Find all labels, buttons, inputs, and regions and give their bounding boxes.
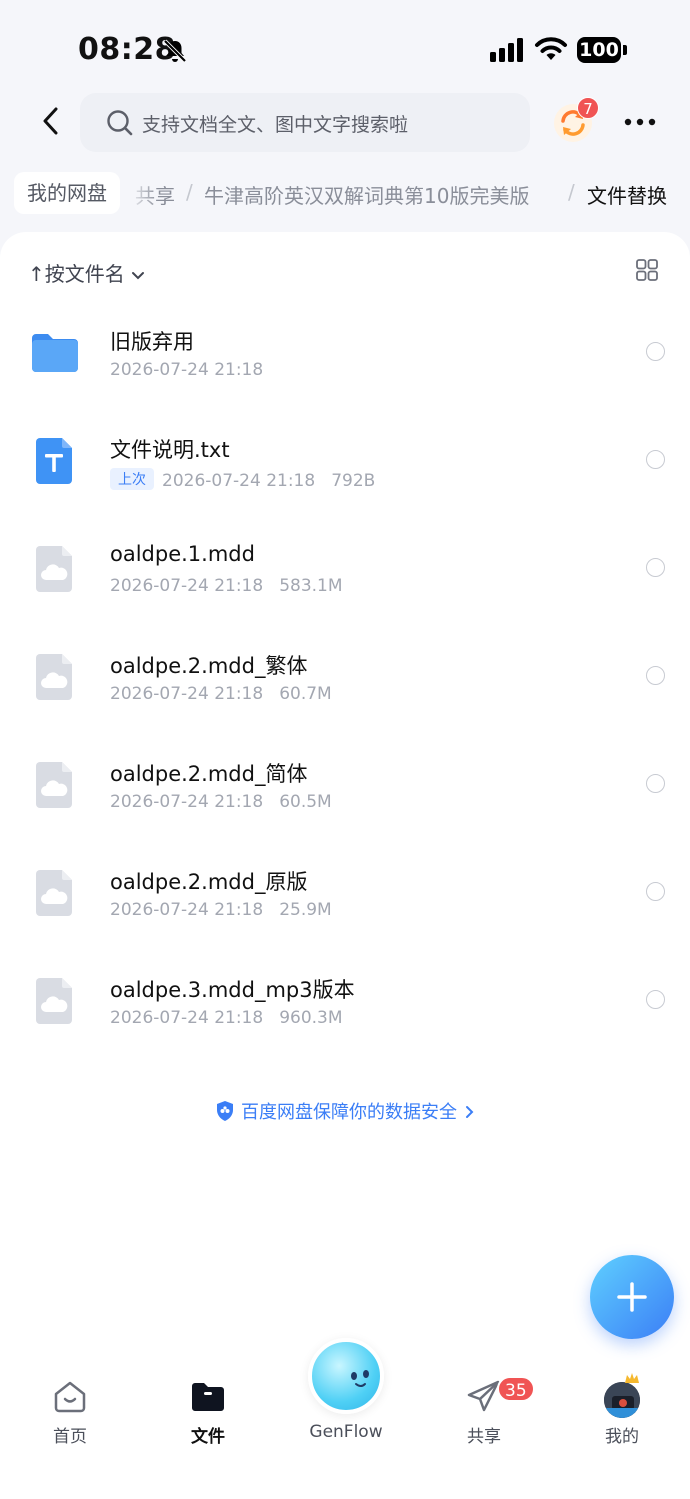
breadcrumb-separator: / <box>568 180 575 204</box>
file-meta: 2026-07-24 21:18 960.3M <box>110 1008 343 1028</box>
file-date: 2026-07-24 21:18 <box>162 471 316 491</box>
folder-icon <box>32 334 78 372</box>
nav-label-files: 文件 <box>191 1427 225 1447</box>
bottom-nav: 首页 文件 GenFlow 共享 35 我的 <box>0 1338 690 1499</box>
file-row[interactable]: oaldpe.2.mdd_繁体 2026-07-24 21:18 60.7M <box>0 624 690 732</box>
battery-level: 100 <box>577 37 621 63</box>
file-date: 2026-07-24 21:18 <box>110 900 264 920</box>
sort-control[interactable]: ↑按文件名 <box>28 258 145 287</box>
wifi-icon <box>535 37 567 60</box>
chevron-down-icon <box>131 271 144 279</box>
file-size: 60.5M <box>279 792 332 812</box>
file-meta: 2026-07-24 21:18 60.7M <box>110 684 332 704</box>
cloud-file-icon <box>36 546 72 592</box>
file-size: 960.3M <box>279 1008 343 1028</box>
file-panel: ↑按文件名 旧版弃用 2026-07-24 21:18 文件说明.txt 上次 … <box>0 232 690 1382</box>
file-date: 2026-07-24 21:18 <box>110 576 264 596</box>
select-checkbox[interactable] <box>646 882 665 901</box>
nav-item-home[interactable]: 首页 <box>20 1360 120 1460</box>
cloud-file-icon <box>36 762 72 808</box>
file-name: oaldpe.2.mdd_简体 <box>110 762 308 786</box>
nav-label-share: 共享 <box>467 1427 501 1447</box>
nav-label-home: 首页 <box>53 1427 87 1447</box>
file-size: 583.1M <box>279 576 343 596</box>
file-name: oaldpe.2.mdd_繁体 <box>110 654 308 678</box>
file-row[interactable]: 旧版弃用 2026-07-24 21:18 <box>0 300 690 408</box>
file-name: oaldpe.2.mdd_原版 <box>110 870 308 894</box>
genflow-avatar[interactable] <box>308 1338 384 1414</box>
cloud-file-icon <box>36 978 72 1024</box>
security-note-text: 百度网盘保障你的数据安全 <box>241 1102 457 1123</box>
battery-indicator: 100 <box>577 37 627 63</box>
breadcrumb-current: 文件替换 <box>587 184 667 208</box>
search-placeholder: 支持文档全文、图中文字搜索啦 <box>142 114 409 136</box>
file-size: 60.7M <box>279 684 332 704</box>
sort-label: 按文件名 <box>44 262 125 286</box>
breadcrumb-root[interactable]: 我的网盘 <box>14 172 120 214</box>
select-checkbox[interactable] <box>646 450 665 469</box>
file-row[interactable]: oaldpe.2.mdd_简体 2026-07-24 21:18 60.5M <box>0 732 690 840</box>
shield-icon <box>217 1101 233 1121</box>
paper-plane-icon <box>467 1380 500 1412</box>
sync-badge: 7 <box>577 97 599 119</box>
file-name: oaldpe.1.mdd <box>110 542 255 566</box>
file-size: 25.9M <box>279 900 332 920</box>
cloud-file-icon <box>36 870 72 916</box>
file-date: 2026-07-24 21:18 <box>110 684 264 704</box>
signal-icon <box>490 38 523 62</box>
breadcrumb: 共享 / 牛津高阶英汉双解词典第10版完美版 / 文件替换 我的网盘 <box>0 170 690 216</box>
file-meta: 上次 2026-07-24 21:18 792B <box>110 468 375 491</box>
file-row[interactable]: oaldpe.1.mdd 2026-07-24 21:18 583.1M <box>0 516 690 624</box>
status-bar: 08:28 100 <box>0 0 690 96</box>
file-name: 文件说明.txt <box>110 438 230 462</box>
file-meta: 2026-07-24 21:18 60.5M <box>110 792 332 812</box>
select-checkbox[interactable] <box>646 666 665 685</box>
file-row[interactable]: oaldpe.2.mdd_原版 2026-07-24 21:18 25.9M <box>0 840 690 948</box>
breadcrumb-separator: / <box>186 180 193 204</box>
file-date: 2026-07-24 21:18 <box>110 360 264 380</box>
select-checkbox[interactable] <box>646 990 665 1009</box>
back-icon[interactable] <box>36 104 68 138</box>
select-checkbox[interactable] <box>646 342 665 361</box>
home-icon <box>54 1381 86 1413</box>
nav-label-mine: 我的 <box>605 1427 639 1447</box>
security-note-link[interactable]: 百度网盘保障你的数据安全 <box>0 1098 690 1124</box>
bell-muted-icon <box>163 39 187 63</box>
genflow-face-icon <box>351 1370 369 1387</box>
plus-icon <box>617 1282 647 1312</box>
file-name: 旧版弃用 <box>110 330 194 354</box>
breadcrumb-item-folder[interactable]: 牛津高阶英汉双解词典第10版完美版 <box>204 180 529 209</box>
nav-item-files[interactable]: 文件 <box>158 1360 258 1460</box>
file-date: 2026-07-24 21:18 <box>110 1008 264 1028</box>
more-icon[interactable] <box>624 118 656 126</box>
file-meta: 2026-07-24 21:18 25.9M <box>110 900 332 920</box>
select-checkbox[interactable] <box>646 558 665 577</box>
nav-label-genflow: GenFlow <box>309 1422 383 1442</box>
file-row[interactable]: 文件说明.txt 上次 2026-07-24 21:18 792B <box>0 408 690 516</box>
add-button[interactable] <box>590 1255 674 1339</box>
file-meta: 2026-07-24 21:18 <box>110 360 263 380</box>
file-size: 792B <box>331 471 376 491</box>
select-checkbox[interactable] <box>646 774 665 793</box>
file-meta: 2026-07-24 21:18 583.1M <box>110 576 343 596</box>
file-name: oaldpe.3.mdd_mp3版本 <box>110 978 355 1002</box>
grid-view-icon[interactable] <box>635 258 659 282</box>
file-row[interactable]: oaldpe.3.mdd_mp3版本 2026-07-24 21:18 960.3… <box>0 948 690 1056</box>
search-icon <box>107 110 133 136</box>
nav-item-share[interactable]: 共享 <box>434 1360 534 1460</box>
avatar[interactable] <box>604 1382 640 1418</box>
folder-icon <box>192 1383 224 1411</box>
chevron-right-icon <box>466 1106 474 1118</box>
file-date: 2026-07-24 21:18 <box>110 792 264 812</box>
cloud-file-icon <box>36 654 72 700</box>
avatar-image <box>604 1382 640 1418</box>
search-input[interactable]: 支持文档全文、图中文字搜索啦 <box>80 93 530 152</box>
last-opened-badge: 上次 <box>110 468 154 490</box>
share-badge: 35 <box>497 1376 535 1402</box>
text-file-icon <box>36 438 72 484</box>
crown-icon <box>625 1373 639 1383</box>
sort-arrow-icon: ↑ <box>28 262 45 286</box>
